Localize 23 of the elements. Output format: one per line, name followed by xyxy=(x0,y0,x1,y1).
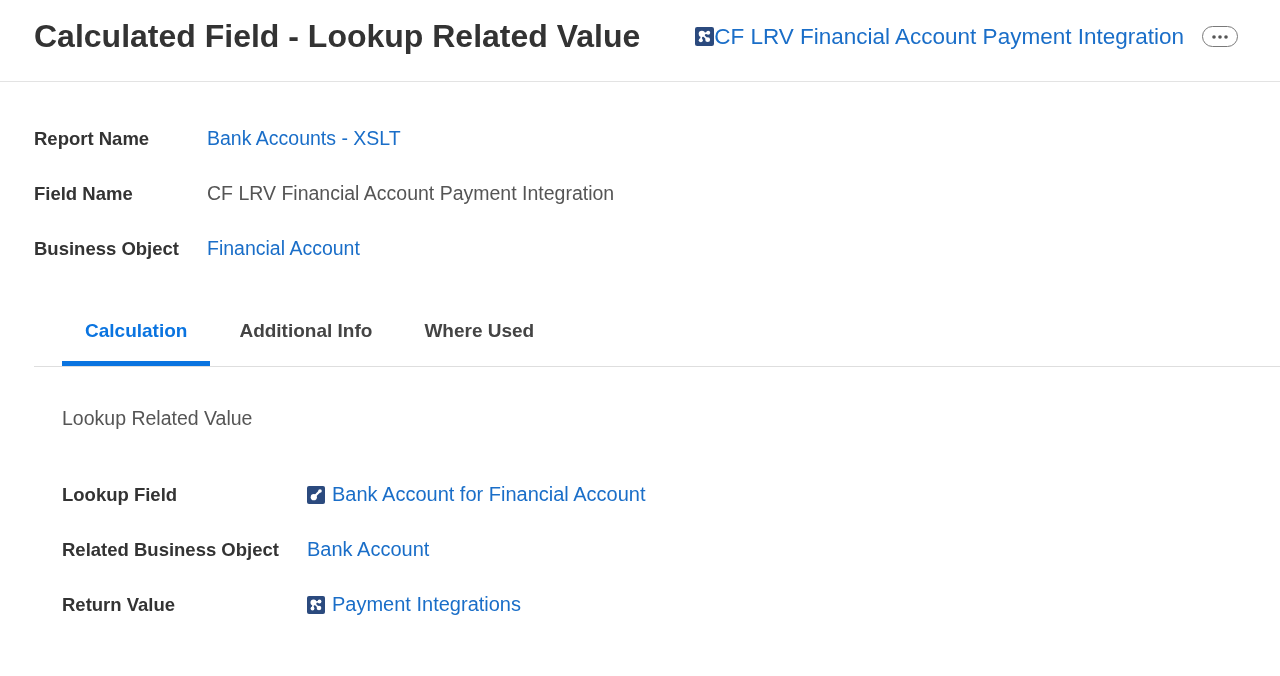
tab[interactable]: Where Used xyxy=(401,296,558,366)
detail-link[interactable]: Financial Account xyxy=(207,237,360,260)
detail-value: CF LRV Financial Account Payment Integration xyxy=(207,182,615,205)
page-title: Calculated Field - Lookup Related Value xyxy=(34,18,641,55)
node-link-icon xyxy=(307,485,325,504)
tab[interactable]: Calculation xyxy=(62,296,211,366)
tab[interactable]: Additional Info xyxy=(216,296,396,366)
calculation-type: Lookup Related Value xyxy=(62,407,253,429)
detail-label: Field Name xyxy=(34,182,133,205)
dot-cluster-icon xyxy=(307,595,325,614)
field-value-link[interactable]: Bank Account xyxy=(307,538,430,561)
detail-label: Report Name xyxy=(34,127,150,150)
dot-cluster-icon xyxy=(695,27,715,46)
detail-label: Business Object xyxy=(34,237,179,260)
detail-link[interactable]: Bank Accounts - XSLT xyxy=(207,127,401,150)
field-label: Return Value xyxy=(62,593,176,616)
ellipsis-icon xyxy=(1212,34,1228,39)
field-value-link[interactable]: Payment Integrations xyxy=(307,593,521,616)
more-actions-button[interactable] xyxy=(1202,26,1238,47)
field-label: Related Business Object xyxy=(62,538,279,561)
field-label: Lookup Field xyxy=(62,483,178,506)
field-value-link[interactable]: Bank Account for Financial Account xyxy=(307,483,646,506)
calculated-field-link[interactable]: CF LRV Financial Account Payment Integration xyxy=(695,23,1184,50)
